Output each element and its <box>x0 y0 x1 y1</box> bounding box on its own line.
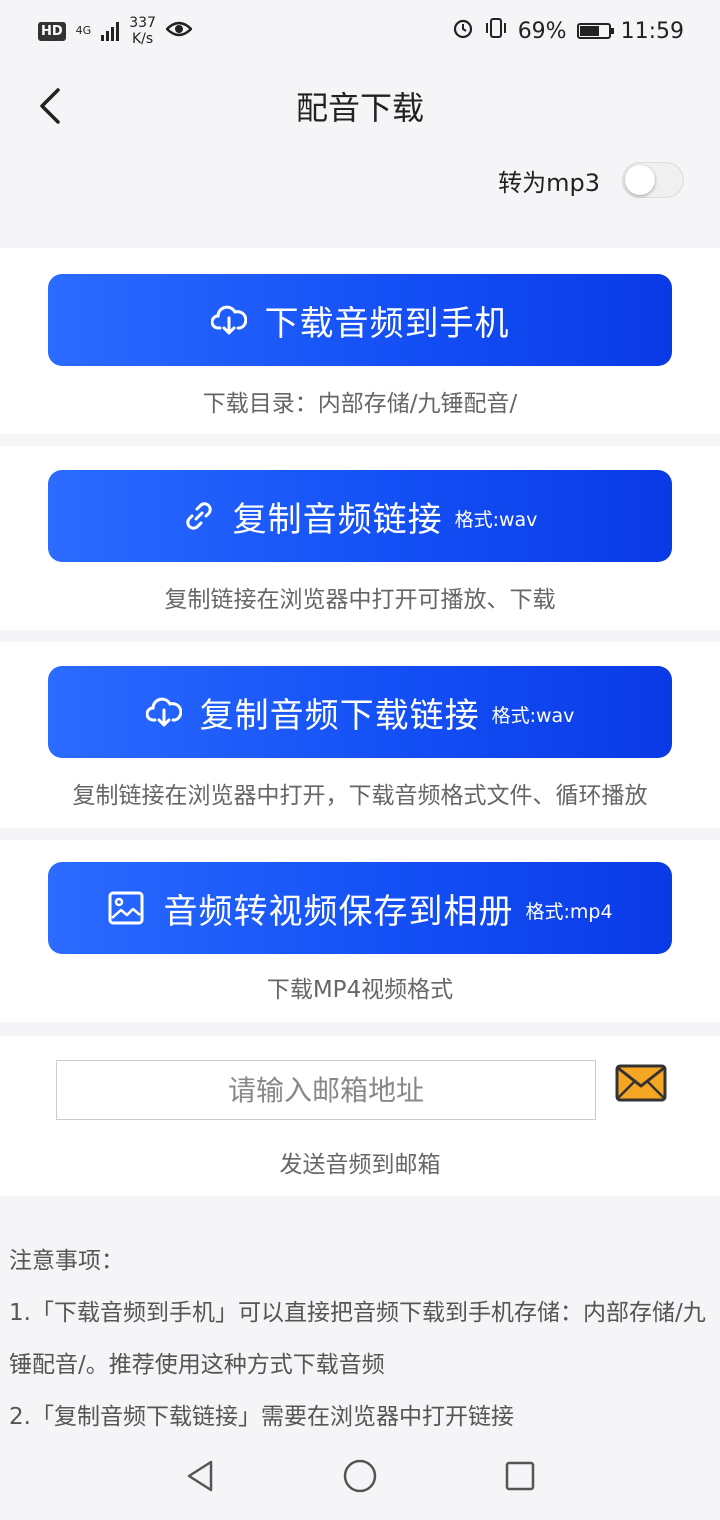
notes-title: 注意事项： <box>9 1248 124 1274</box>
notes-line-1: 1.「下载音频到手机」可以直接把音频下载到手机存储：内部存储/九锤配音/。推荐使… <box>9 1300 706 1378</box>
video-card: 音频转视频保存到相册 格式:mp4 下载MP4视频格式 <box>0 840 720 1022</box>
cloud-download-icon <box>210 304 247 336</box>
download-to-phone-button[interactable]: 下载音频到手机 <box>48 274 672 366</box>
copy-download-link-button[interactable]: 复制音频下载链接 格式:wav <box>48 666 672 758</box>
hd-badge: HD <box>38 21 66 41</box>
square-recents-icon <box>505 1461 535 1491</box>
nav-home-button[interactable] <box>336 1452 384 1500</box>
toggle-knob <box>625 165 655 195</box>
header: 配音下载 <box>0 62 720 150</box>
email-desc: 发送音频到邮箱 <box>279 1152 441 1178</box>
system-nav-bar <box>0 1432 720 1520</box>
clock: 11:59 <box>620 18 684 44</box>
button-label: 复制音频链接 <box>232 499 443 540</box>
circle-home-icon <box>343 1459 377 1493</box>
download-dir-text: 下载目录：内部存储/九锤配音/ <box>202 391 518 417</box>
network-speed: 337 K/s <box>129 15 156 47</box>
cloud-download-icon <box>145 696 182 728</box>
image-icon <box>107 890 145 926</box>
button-label: 音频转视频保存到相册 <box>163 891 514 932</box>
status-bar: HD 4G 337 K/s 69% 11:59 <box>0 0 720 62</box>
copy-download-link-card: 复制音频下载链接 格式:wav 复制链接在浏览器中打开，下载音频格式文件、循环播… <box>0 642 720 828</box>
download-card: 下载音频到手机 下载目录：内部存储/九锤配音/ <box>0 248 720 434</box>
triangle-back-icon <box>187 1460 213 1492</box>
format-tag: 格式:mp4 <box>525 900 613 923</box>
link-icon <box>183 500 215 532</box>
copy-audio-link-button[interactable]: 复制音频链接 格式:wav <box>48 470 672 562</box>
audio-to-video-button[interactable]: 音频转视频保存到相册 格式:mp4 <box>48 862 672 954</box>
battery-percent: 69% <box>517 18 567 44</box>
network-type: 4G <box>75 24 92 37</box>
mp3-toggle-row: 转为mp3 <box>498 162 684 198</box>
copy-link-desc: 复制链接在浏览器中打开可播放、下载 <box>164 587 556 613</box>
signal-icon <box>101 21 120 41</box>
envelope-icon <box>615 1064 667 1102</box>
notes-section: 注意事项： 1.「下载音频到手机」可以直接把音频下载到手机存储：内部存储/九锤配… <box>9 1235 713 1443</box>
nav-back-button[interactable] <box>176 1452 224 1500</box>
format-tag: 格式:wav <box>454 508 538 531</box>
alarm-icon <box>452 17 474 45</box>
copy-download-link-desc: 复制链接在浏览器中打开，下载音频格式文件、循环播放 <box>72 783 648 809</box>
button-label: 复制音频下载链接 <box>199 695 480 736</box>
button-label: 下载音频到手机 <box>264 303 510 344</box>
page-title: 配音下载 <box>295 89 424 127</box>
mp3-toggle-label: 转为mp3 <box>498 168 600 197</box>
battery-icon <box>576 23 614 39</box>
format-tag: 格式:wav <box>491 704 575 727</box>
back-button[interactable] <box>26 80 74 132</box>
send-email-button[interactable] <box>614 1062 668 1106</box>
video-desc: 下载MP4视频格式 <box>266 977 454 1003</box>
vibrate-icon <box>484 17 508 45</box>
mp3-toggle[interactable] <box>622 162 684 198</box>
nav-recents-button[interactable] <box>496 1452 544 1500</box>
eye-icon <box>165 19 193 44</box>
email-input[interactable] <box>56 1060 596 1120</box>
copy-link-card: 复制音频链接 格式:wav 复制链接在浏览器中打开可播放、下载 <box>0 446 720 630</box>
chevron-left-icon <box>40 88 60 124</box>
